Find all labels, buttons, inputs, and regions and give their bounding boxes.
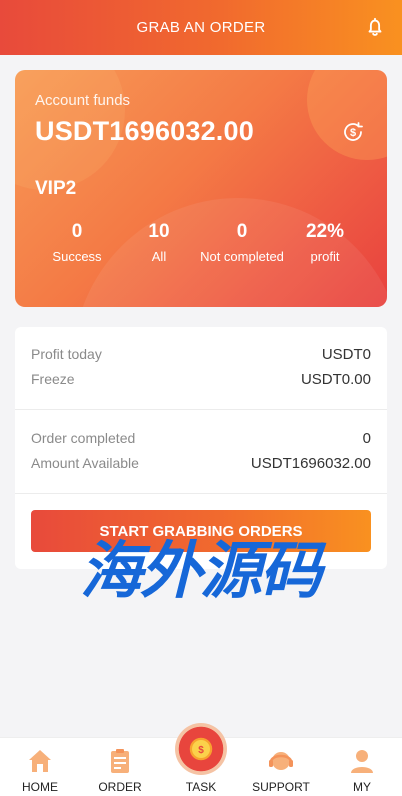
stat-value: 0 — [236, 221, 248, 242]
stat-label: profit — [310, 249, 340, 264]
stat-not-completed: 0 Not completed — [197, 220, 287, 267]
stat-label: Success — [52, 249, 102, 264]
stat-label: Not completed — [200, 249, 284, 264]
start-grabbing-button[interactable]: START GRABBING ORDERS — [31, 510, 371, 552]
account-funds-label: Account funds — [35, 92, 131, 109]
order-completed-value: 0 — [362, 430, 371, 447]
divider — [15, 493, 387, 494]
dollar-refresh-icon[interactable]: $ — [341, 120, 365, 144]
freeze-label: Freeze — [31, 371, 75, 387]
tab-home[interactable]: HOME — [0, 738, 80, 796]
order-stats: 0 Success 10 All 0 Not completed 22% pro… — [35, 220, 375, 290]
amount-available-row: Amount Available USDT1696032.00 — [31, 455, 371, 477]
stat-success: 0 Success — [32, 220, 122, 267]
stat-value: 10 — [148, 221, 170, 242]
tab-label: MY — [353, 780, 371, 794]
order-completed-row: Order completed 0 — [31, 430, 371, 452]
tab-label: SUPPORT — [252, 780, 310, 794]
tab-label: TASK — [185, 780, 217, 794]
divider — [15, 409, 387, 410]
support-icon — [269, 752, 293, 770]
profit-today-value: USDT0 — [321, 346, 371, 363]
amount-available-label: Amount Available — [31, 455, 139, 471]
order-icon — [111, 749, 129, 773]
vip-level: VIP2 — [35, 178, 77, 199]
task-icon[interactable]: $ — [175, 723, 227, 775]
card-decoration — [307, 70, 387, 160]
account-card: Account funds USDT1696032.00 $ VIP2 0 Su… — [15, 70, 387, 307]
stat-label: All — [151, 249, 167, 264]
tab-label: ORDER — [98, 780, 142, 794]
tab-my[interactable]: MY — [322, 738, 402, 796]
stat-value: 22% — [305, 221, 345, 242]
account-funds-value: USDT1696032.00 — [35, 116, 254, 146]
stat-value: 0 — [71, 221, 83, 242]
page-title: GRAB AN ORDER — [136, 19, 266, 36]
task-coin-icon: $ — [192, 740, 210, 758]
amount-available-value: USDT1696032.00 — [250, 455, 371, 472]
profit-today-row: Profit today USDT0 — [31, 346, 371, 368]
stat-profit: 22% profit — [280, 220, 370, 267]
user-icon — [351, 750, 373, 773]
stat-all: 10 All — [114, 220, 204, 267]
svg-text:$: $ — [350, 127, 356, 139]
tab-order[interactable]: ORDER — [80, 738, 160, 796]
freeze-row: Freeze USDT0.00 — [31, 371, 371, 393]
freeze-value: USDT0.00 — [300, 371, 371, 388]
details-panel: Profit today USDT0 Freeze USDT0.00 Order… — [15, 327, 387, 569]
bell-icon[interactable] — [364, 16, 386, 38]
header-bar: GRAB AN ORDER — [0, 0, 402, 55]
profit-today-label: Profit today — [31, 346, 102, 362]
order-completed-label: Order completed — [31, 430, 136, 446]
home-icon — [29, 750, 51, 772]
tab-support[interactable]: SUPPORT — [241, 738, 321, 796]
tab-label: HOME — [22, 780, 58, 794]
svg-text:$: $ — [198, 745, 204, 756]
